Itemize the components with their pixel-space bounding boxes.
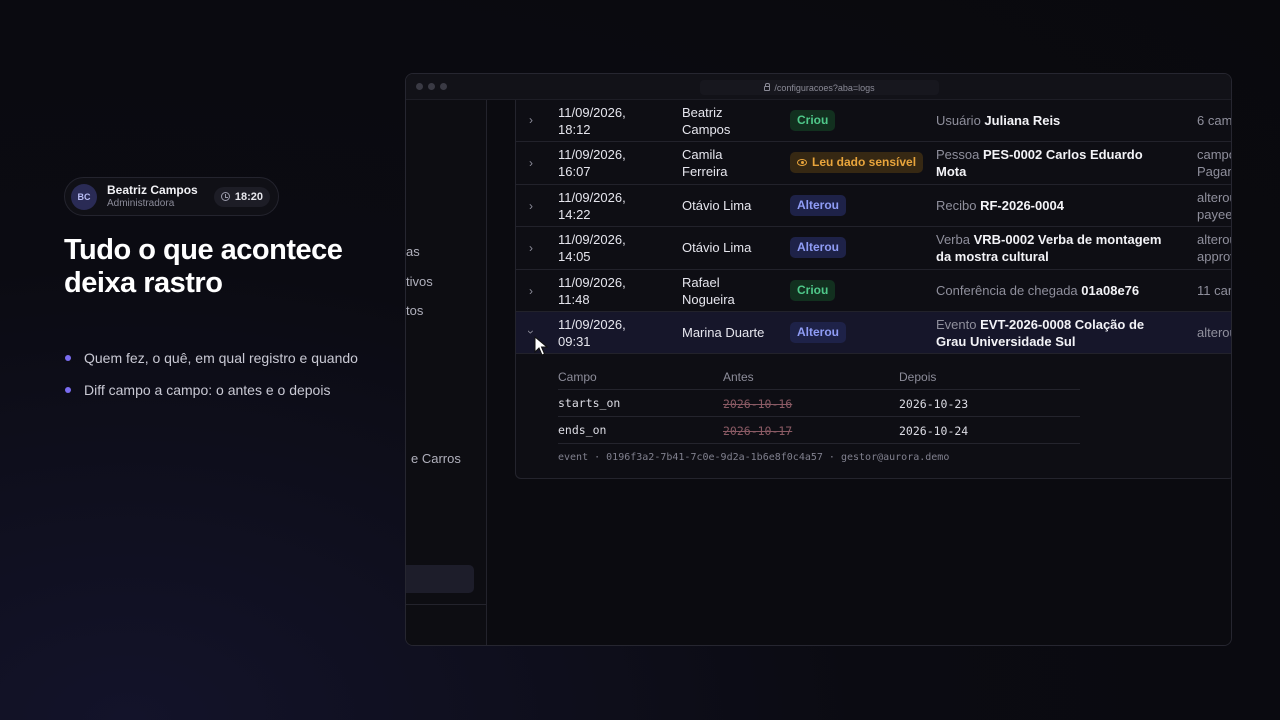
sidebar-item[interactable]: e Carros xyxy=(411,451,461,466)
row-user: Camila Ferreira xyxy=(682,147,728,179)
row-datetime: 11/09/2026, 16:07 xyxy=(558,147,626,179)
row-changes: 6 cam xyxy=(1197,113,1232,128)
row-changes: alteroupayee xyxy=(1197,190,1232,222)
feature-item: Quem fez, o quê, em qual registro e quan… xyxy=(64,348,364,368)
diff-field: ends_on xyxy=(558,423,607,437)
avatar: BC xyxy=(71,183,97,210)
table-row[interactable]: › 11/09/2026, 11:48 Rafael Nogueira Criou … xyxy=(516,270,1231,312)
chevron-right-icon[interactable]: › xyxy=(529,284,533,298)
sidebar-item[interactable]: tivos xyxy=(406,274,433,289)
row-user: Rafael Nogueira xyxy=(682,275,735,307)
feature-list: Quem fez, o quê, em qual registro e quan… xyxy=(64,348,364,412)
row-datetime: 11/09/2026, 11:48 xyxy=(558,275,626,307)
window-maximize-dot[interactable] xyxy=(440,83,447,90)
row-user: Otávio Lima xyxy=(682,240,752,255)
row-target: Pessoa PES-0002 Carlos Eduardo Mota xyxy=(936,147,1143,179)
action-badge: Alterou xyxy=(790,237,846,258)
column-header-before: Antes xyxy=(723,370,754,384)
headline: Tudo o que acontece deixa rastro xyxy=(64,234,343,299)
row-user: Beatriz Campos xyxy=(682,105,731,137)
action-badge: Criou xyxy=(790,280,836,301)
action-badge: Alterou xyxy=(790,195,846,216)
mouse-cursor-icon xyxy=(534,336,548,356)
row-target: Usuário Juliana Reis xyxy=(936,113,1061,128)
main-content: › 11/09/2026, 18:12 Beatriz Campos Criou U… xyxy=(487,100,1232,645)
url-text: /configuracoes?aba=logs xyxy=(774,82,875,93)
row-target: Conferência de chegada 01a08e76 xyxy=(936,283,1140,298)
row-datetime: 11/09/2026, 09:31 xyxy=(558,317,626,349)
sidebar: as tivos tos e Carros xyxy=(406,100,487,645)
row-target: Recibo RF-2026-0004 xyxy=(936,198,1064,213)
address-bar[interactable]: /configuracoes?aba=logs xyxy=(700,80,939,95)
column-header-field: Campo xyxy=(558,370,597,384)
window-titlebar: /configuracoes?aba=logs xyxy=(406,74,1231,100)
clock-icon xyxy=(220,192,230,201)
chevron-right-icon[interactable]: › xyxy=(529,199,533,213)
row-target: Verba VRB-0002 Verba de montagem da mostr… xyxy=(936,232,1162,264)
feature-item: Diff campo a campo: o antes e o depois xyxy=(64,380,364,400)
row-changes: alterouapprov xyxy=(1197,232,1231,264)
diff-after: 2026-10-23 xyxy=(899,397,969,411)
diff-before: 2026-10-17 xyxy=(723,424,793,438)
divider xyxy=(558,416,1080,417)
row-changes: campoPagan xyxy=(1197,147,1232,179)
window-close-dot[interactable] xyxy=(416,83,423,90)
chevron-down-icon[interactable]: › xyxy=(524,330,538,334)
event-meta: event · 0196f3a2-7b41-7c0e-9d2a-1b6e8f0c… xyxy=(558,452,950,463)
row-target: Evento EVT-2026-0008 Colação de Grau Univ… xyxy=(936,317,1145,349)
divider xyxy=(558,443,1080,444)
chevron-right-icon[interactable]: › xyxy=(529,113,533,127)
row-changes: alterou xyxy=(1197,325,1231,340)
diff-before: 2026-10-16 xyxy=(723,397,793,411)
table-row[interactable]: › 11/09/2026, 18:12 Beatriz Campos Criou U… xyxy=(516,100,1232,142)
action-badge: Criou xyxy=(790,110,836,131)
audit-log-table: › 11/09/2026, 18:12 Beatriz Campos Criou U… xyxy=(515,100,1232,479)
window-minimize-dot[interactable] xyxy=(428,83,435,90)
user-chip[interactable]: BC Beatriz Campos Administradora 18:20 xyxy=(64,177,279,216)
row-detail-panel: Campo Antes Depois starts_on 2026-10-16 … xyxy=(516,354,1231,478)
lock-icon xyxy=(764,83,771,91)
row-datetime: 11/09/2026, 14:05 xyxy=(558,232,626,264)
time-label: 18:20 xyxy=(234,190,263,203)
row-changes: 11 cam xyxy=(1197,283,1231,298)
row-datetime: 11/09/2026, 14:22 xyxy=(558,190,626,222)
action-badge: Alterou xyxy=(790,322,846,343)
row-user: Marina Duarte xyxy=(682,325,765,340)
chevron-right-icon[interactable]: › xyxy=(529,156,533,170)
sidebar-divider xyxy=(406,604,487,605)
sidebar-item[interactable]: tos xyxy=(406,303,423,318)
row-datetime: 11/09/2026, 18:12 xyxy=(558,105,626,137)
diff-after: 2026-10-24 xyxy=(899,424,969,438)
sidebar-item[interactable]: as xyxy=(406,244,420,259)
table-row[interactable]: › 11/09/2026, 16:07 Camila Ferreira Leu da… xyxy=(516,142,1232,185)
app-window: /configuracoes?aba=logs as tivos tos e C… xyxy=(405,73,1232,646)
row-user: Otávio Lima xyxy=(682,198,752,213)
chevron-right-icon[interactable]: › xyxy=(529,241,533,255)
user-info: Beatriz Campos Administradora xyxy=(107,182,198,210)
user-name: Beatriz Campos xyxy=(107,182,198,197)
sidebar-item-active[interactable] xyxy=(406,565,474,593)
table-row[interactable]: › 11/09/2026, 14:05 Otávio Lima Alterou V… xyxy=(516,227,1231,270)
user-role: Administradora xyxy=(107,197,175,209)
action-badge: Leu dado sensível xyxy=(790,152,924,173)
column-header-after: Depois xyxy=(899,370,937,384)
time-pill: 18:20 xyxy=(213,186,270,207)
table-row-expanded[interactable]: › 11/09/2026, 09:31 Marina Duarte Alterou… xyxy=(516,312,1231,354)
divider xyxy=(558,389,1080,390)
diff-field: starts_on xyxy=(558,396,621,410)
eye-icon xyxy=(797,159,807,166)
table-row[interactable]: › 11/09/2026, 14:22 Otávio Lima Alterou R… xyxy=(516,185,1232,227)
